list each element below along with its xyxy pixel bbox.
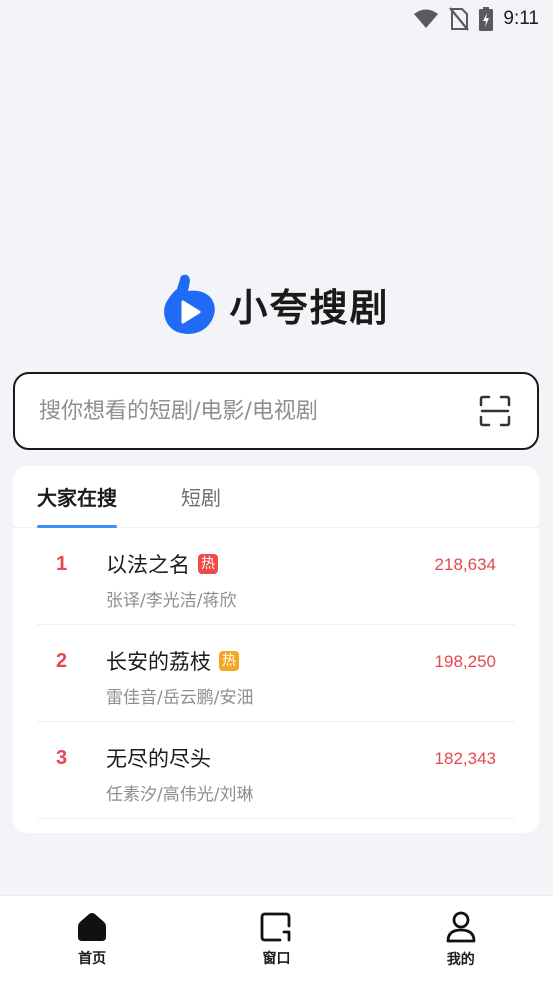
- window-icon: [261, 912, 291, 941]
- status-bar: 9:11: [0, 0, 553, 38]
- trending-list: 1 以法之名 热 张译/李光洁/蒋欣 218,634 2 长安的荔枝 热 雷佳音…: [13, 528, 539, 819]
- battery-charging-icon: [479, 7, 494, 31]
- scan-icon: [479, 395, 511, 427]
- search-input[interactable]: [39, 398, 477, 424]
- no-sim-icon: [449, 7, 470, 31]
- home-icon: [78, 912, 107, 941]
- scan-button[interactable]: [477, 393, 513, 429]
- nav-profile[interactable]: 我的: [401, 911, 521, 969]
- play-thumb-logo-icon: [163, 272, 217, 336]
- drama-cast: 任素汐/高伟光/刘琳: [106, 785, 254, 805]
- search-bar[interactable]: [13, 372, 539, 450]
- drama-cast: 张译/李光洁/蒋欣: [106, 591, 237, 611]
- drama-title-row: 以法之名 热: [106, 549, 218, 579]
- wifi-icon: [413, 9, 439, 29]
- status-icons: 9:11: [413, 6, 539, 32]
- hot-badge: 热: [198, 554, 218, 574]
- drama-title: 长安的荔枝: [106, 650, 211, 674]
- drama-title-row: 无尽的尽头: [106, 743, 211, 773]
- nav-home[interactable]: 首页: [32, 912, 152, 968]
- nav-label: 窗口: [262, 950, 291, 967]
- drama-cast: 雷佳音/岳云鹏/安沺: [106, 688, 254, 708]
- search-count: 182,343: [434, 749, 496, 768]
- drama-title-row: 长安的荔枝 热: [106, 646, 239, 676]
- nav-label: 首页: [78, 950, 107, 967]
- rank-number: 3: [56, 747, 68, 769]
- tab-trending[interactable]: 大家在搜: [37, 465, 117, 528]
- rank-number: 1: [56, 553, 68, 575]
- search-count: 198,250: [434, 652, 496, 671]
- nav-window[interactable]: 窗口: [216, 912, 336, 968]
- trending-card: 大家在搜 短剧 1 以法之名 热 张译/李光洁/蒋欣 218,634 2 长安的…: [13, 466, 539, 833]
- profile-icon: [446, 911, 476, 942]
- hot-badge: 热: [219, 651, 239, 671]
- tab-label: 大家在搜: [37, 485, 117, 510]
- tab-label: 短剧: [181, 485, 221, 510]
- bottom-nav: 首页 窗口 我的: [0, 895, 553, 983]
- list-item[interactable]: 2 长安的荔枝 热 雷佳音/岳云鹏/安沺 198,250: [37, 625, 515, 722]
- drama-title: 以法之名: [106, 553, 190, 577]
- brand-header: 小夸搜剧: [0, 268, 553, 340]
- nav-label: 我的: [446, 951, 475, 968]
- app-title: 小夸搜剧: [229, 285, 390, 330]
- list-item[interactable]: 1 以法之名 热 张译/李光洁/蒋欣 218,634: [37, 528, 515, 625]
- list-item[interactable]: 3 无尽的尽头 任素汐/高伟光/刘琳 182,343: [37, 722, 515, 819]
- tab-bar: 大家在搜 短剧: [13, 466, 539, 528]
- status-time: 9:11: [503, 8, 539, 29]
- drama-title: 无尽的尽头: [106, 747, 211, 771]
- search-count: 218,634: [434, 555, 496, 574]
- tab-short-drama[interactable]: 短剧: [181, 465, 221, 527]
- rank-number: 2: [56, 650, 68, 672]
